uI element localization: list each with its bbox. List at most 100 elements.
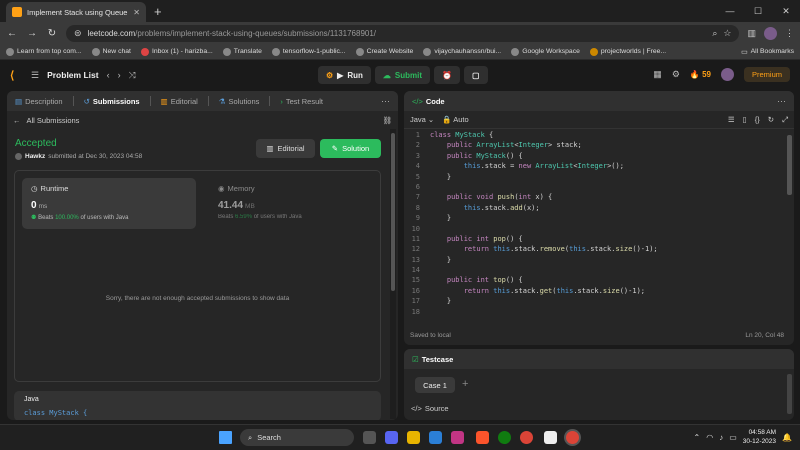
- chevron-up-icon[interactable]: ⌃: [694, 433, 701, 442]
- profile-avatar[interactable]: [764, 26, 777, 40]
- more-icon[interactable]: ⋯: [381, 96, 390, 107]
- auto-mode[interactable]: 🔒 Auto: [442, 115, 468, 124]
- code-line[interactable]: 11 public int pop() {: [404, 235, 784, 245]
- code-line[interactable]: 12 return this.stack.remove(this.stack.s…: [404, 245, 784, 255]
- tab-test-result[interactable]: › Test Result: [280, 97, 323, 106]
- volume-icon[interactable]: ♪: [719, 433, 723, 442]
- leetcode-logo-icon[interactable]: ⟨: [10, 69, 23, 82]
- site-info-icon[interactable]: ⊜: [74, 28, 82, 39]
- back-icon[interactable]: ←: [6, 28, 18, 39]
- close-window-icon[interactable]: ✕: [772, 6, 800, 17]
- bookmark-icon[interactable]: ▯: [743, 115, 747, 124]
- back-arrow-icon[interactable]: ←: [13, 116, 21, 125]
- streak-counter[interactable]: 🔥 59: [690, 70, 711, 79]
- bookmark-item[interactable]: vijaychauhanssn/bui...: [423, 47, 501, 56]
- user-avatar[interactable]: [720, 68, 734, 81]
- braces-icon[interactable]: {}: [755, 115, 760, 124]
- maximize-icon[interactable]: ☐: [744, 6, 772, 17]
- tab-testcase[interactable]: ☑ Testcase: [412, 355, 453, 364]
- timer-button[interactable]: ⏰: [434, 66, 460, 84]
- code-line[interactable]: 3 public MyStack() {: [404, 152, 784, 162]
- clock[interactable]: 04:58 AM 30-12-2023: [743, 428, 776, 446]
- code-line[interactable]: 1 class MyStack {: [404, 131, 784, 141]
- solution-button[interactable]: ✎ Solution: [320, 139, 381, 158]
- tab-code[interactable]: </> Code: [412, 97, 445, 106]
- shuffle-icon[interactable]: ⤨: [129, 70, 136, 81]
- code-line[interactable]: 14: [404, 266, 784, 276]
- bookmark-star-icon[interactable]: ☆: [723, 28, 731, 39]
- tab-editorial[interactable]: ▥ Editorial: [161, 97, 198, 106]
- code-scrollbar[interactable]: [787, 131, 792, 306]
- brave-icon[interactable]: [476, 431, 489, 444]
- file-explorer-icon[interactable]: [407, 431, 420, 444]
- runtime-card[interactable]: ◷ Runtime 0 ms ⚉ Beats 100.00% of users wi…: [22, 178, 196, 229]
- bookmark-item[interactable]: Create Website: [355, 47, 413, 56]
- fullscreen-icon[interactable]: ⤢: [782, 115, 788, 125]
- code-line[interactable]: 18: [404, 308, 784, 318]
- wifi-icon[interactable]: ◠: [706, 433, 713, 442]
- source-toggle[interactable]: </> Source: [411, 404, 449, 413]
- submit-button[interactable]: ☁ Submit: [374, 66, 430, 84]
- bookmark-item[interactable]: projectworlds | Free...: [589, 47, 666, 56]
- minimize-icon[interactable]: —: [716, 6, 744, 16]
- code-line[interactable]: 17 }: [404, 297, 784, 307]
- left-scrollbar[interactable]: [390, 129, 396, 419]
- reload-icon[interactable]: ↻: [46, 28, 58, 39]
- xbox-icon[interactable]: [498, 431, 511, 444]
- code-line[interactable]: 2 public ArrayList<Integer> stack;: [404, 141, 784, 151]
- code-line[interactable]: 5 }: [404, 173, 784, 183]
- prev-problem-icon[interactable]: ‹: [107, 70, 110, 80]
- browser-tab[interactable]: Implement Stack using Queue ✕: [6, 2, 146, 22]
- chrome-icon[interactable]: [520, 431, 533, 444]
- task-view-icon[interactable]: [363, 431, 376, 444]
- sidebar-icon[interactable]: ▥: [747, 28, 756, 39]
- forward-icon[interactable]: →: [26, 28, 38, 39]
- bookmark-item[interactable]: Inbox (1) - harizba...: [140, 47, 213, 56]
- notes-button[interactable]: ▢: [463, 66, 488, 84]
- testcase-scrollbar[interactable]: [787, 374, 792, 414]
- url-bar[interactable]: ⊜ leetcode.com/problems/implement-stack-…: [66, 24, 740, 42]
- reset-icon[interactable]: ↻: [768, 115, 774, 124]
- bookmark-item[interactable]: Learn from top com...: [6, 47, 82, 56]
- code-line[interactable]: 16 return this.stack.get(this.stack.size…: [404, 287, 784, 297]
- code-line[interactable]: 9 }: [404, 214, 784, 224]
- code-line[interactable]: 4 this.stack = new ArrayList<Integer>();: [404, 162, 784, 172]
- code-line[interactable]: 6: [404, 183, 784, 193]
- instagram-icon[interactable]: [451, 431, 464, 444]
- format-icon[interactable]: ☰: [728, 115, 735, 124]
- bookmark-item[interactable]: Google Workspace: [511, 47, 580, 56]
- code-line[interactable]: 8 this.stack.add(x);: [404, 204, 784, 214]
- tab-description[interactable]: ▤ Description: [15, 97, 63, 106]
- close-tab-icon[interactable]: ✕: [133, 8, 140, 17]
- tab-submissions[interactable]: ↺ Submissions: [84, 97, 140, 106]
- bookmark-item[interactable]: New chat: [91, 47, 131, 56]
- new-tab-button[interactable]: +: [154, 4, 162, 19]
- case-1-tab[interactable]: Case 1: [415, 377, 455, 393]
- run-button[interactable]: ⚙ ▶ Run: [318, 66, 371, 84]
- battery-icon[interactable]: ▭: [729, 433, 737, 442]
- code-line[interactable]: 15 public int top() {: [404, 276, 784, 286]
- layout-icon[interactable]: ▦: [653, 69, 662, 80]
- code-line[interactable]: 7 public void push(int x) {: [404, 193, 784, 203]
- more-icon[interactable]: ⋯: [777, 96, 786, 107]
- notion-icon[interactable]: [544, 431, 557, 444]
- chat-app-icon[interactable]: [385, 431, 398, 444]
- taskbar-search[interactable]: ⌕ Search: [240, 429, 354, 446]
- store-icon[interactable]: [429, 431, 442, 444]
- menu-icon[interactable]: ⋮: [785, 28, 794, 39]
- all-submissions-link[interactable]: All Submissions: [27, 116, 80, 125]
- code-line[interactable]: 10: [404, 225, 784, 235]
- username[interactable]: Hawkz: [25, 153, 45, 160]
- bookmark-item[interactable]: Translate: [222, 47, 262, 56]
- next-problem-icon[interactable]: ›: [118, 70, 121, 80]
- editorial-button[interactable]: ▥ Editorial: [256, 139, 315, 158]
- tab-solutions[interactable]: ⚗ Solutions: [219, 97, 260, 106]
- add-case-icon[interactable]: +: [462, 378, 468, 390]
- bookmark-item[interactable]: tensorflow-1-public...: [271, 47, 346, 56]
- all-bookmarks[interactable]: ▭ All Bookmarks: [741, 48, 794, 56]
- windows-start-icon[interactable]: [219, 431, 232, 444]
- code-line[interactable]: 13 }: [404, 256, 784, 266]
- settings-icon[interactable]: ⚙: [672, 69, 680, 80]
- zoom-icon[interactable]: ⌕: [712, 28, 717, 39]
- link-icon[interactable]: ⛓: [382, 116, 392, 125]
